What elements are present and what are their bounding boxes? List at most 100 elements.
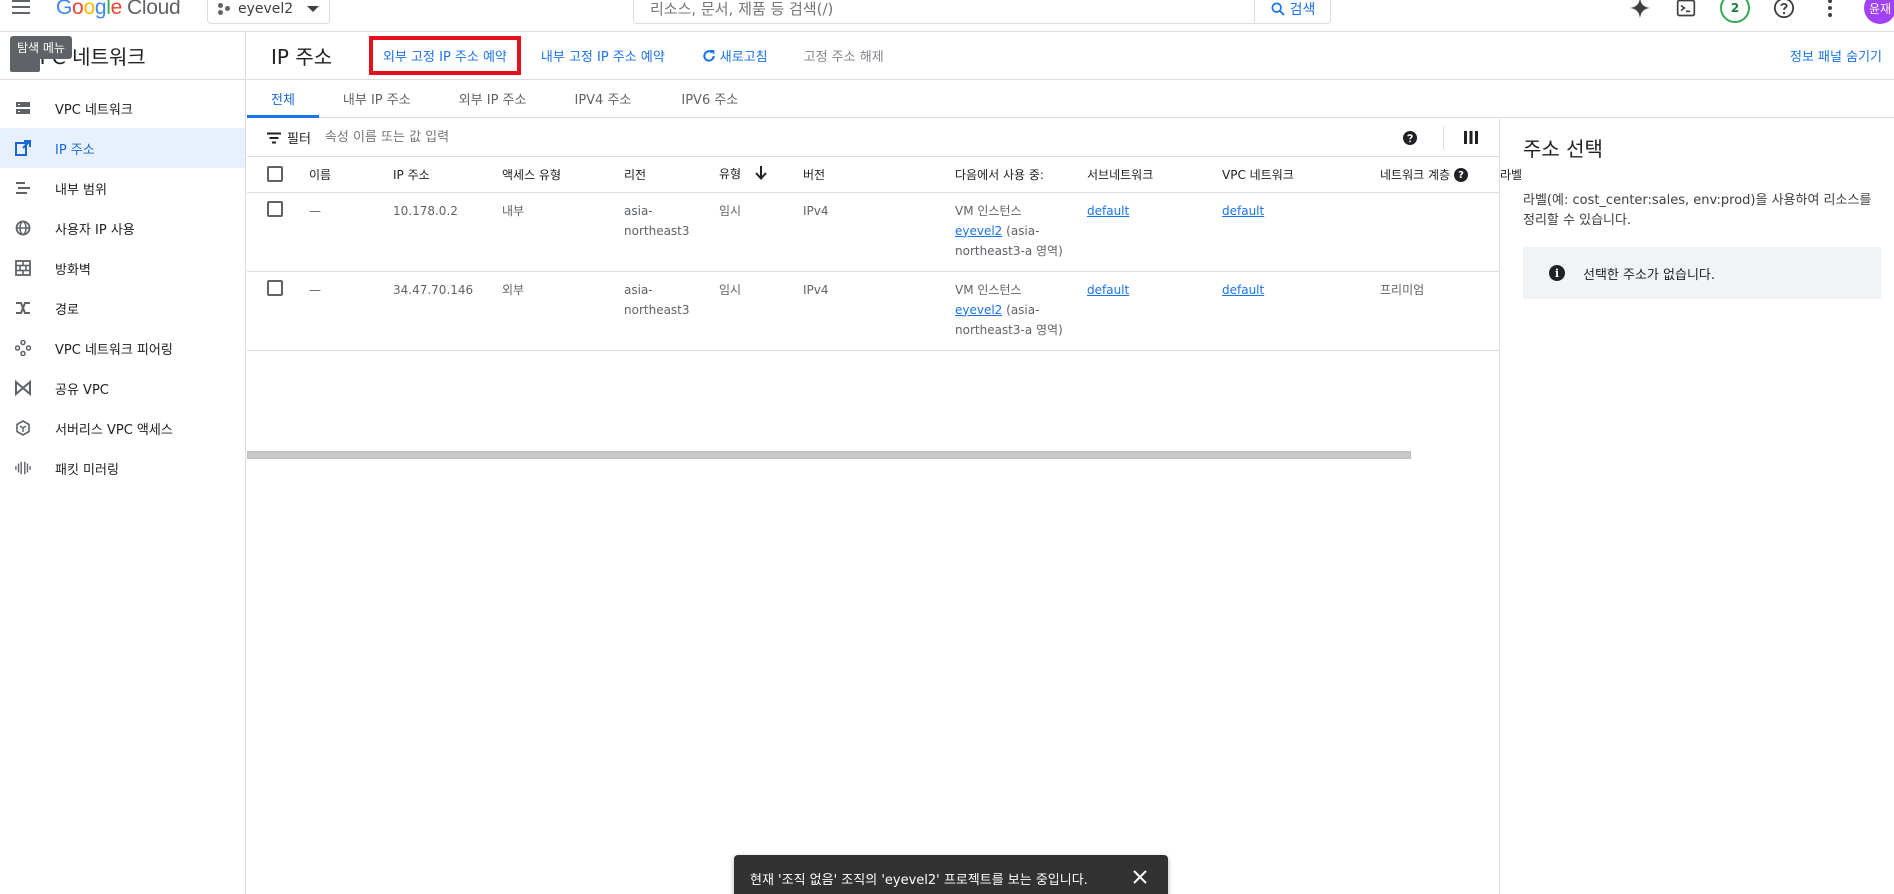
sidebar-item-packet-mirroring[interactable]: 패킷 미러링: [0, 448, 245, 488]
cell-network-tier: [1380, 192, 1500, 272]
column-header[interactable]: 버전: [803, 157, 955, 193]
cell-name: —: [309, 271, 393, 351]
main-content: IP 주소 외부 고정 IP 주소 예약 내부 고정 IP 주소 예약 새로고침…: [247, 32, 1894, 894]
sidebar-item-internal-range[interactable]: 내부 범위: [0, 168, 245, 208]
subnetwork-link[interactable]: default: [1087, 204, 1129, 218]
filter-input[interactable]: [324, 130, 725, 145]
snackbar: 현재 '조직 없음' 조직의 'eyevel2' 프로젝트를 보는 중입니다.: [734, 855, 1168, 894]
subnetwork-link[interactable]: default: [1087, 283, 1129, 297]
ip-address-icon: [15, 140, 31, 156]
sidebar-item-label: 공유 VPC: [55, 382, 109, 398]
logo-letter: o: [83, 0, 95, 19]
table-row: — 34.47.70.146 외부 asia-northeast3 임시 IPv…: [247, 271, 1500, 351]
help-icon[interactable]: ?: [1454, 168, 1469, 183]
column-header-label: 유형: [719, 167, 742, 182]
search-input[interactable]: [634, 0, 1254, 23]
sidebar-item-shared-vpc[interactable]: 공유 VPC: [0, 368, 245, 408]
column-header-sorted[interactable]: 유형: [719, 157, 803, 193]
reserve-external-ip-button[interactable]: 외부 고정 IP 주소 예약: [369, 36, 521, 75]
column-header[interactable]: 다음에서 사용 중:: [955, 157, 1087, 193]
horizontal-scrollbar[interactable]: [247, 451, 1411, 459]
vpc-network-link[interactable]: default: [1222, 204, 1264, 218]
cell-version: IPv4: [803, 271, 955, 351]
cloud-shell-icon[interactable]: [1674, 0, 1698, 20]
vpc-network-link[interactable]: default: [1222, 283, 1264, 297]
cell-used-by-zone: (asia-: [1002, 302, 1040, 317]
page-title: IP 주소: [271, 45, 333, 69]
notifications-badge[interactable]: 2: [1720, 0, 1750, 23]
column-display-options-icon[interactable]: [1464, 131, 1478, 148]
route-icon: [15, 300, 31, 316]
top-right-actions: 2 윤재: [1628, 0, 1894, 24]
empty-selection-message: 선택한 주소가 없습니다.: [1583, 267, 1715, 283]
cell-region-line: northeast3: [624, 302, 690, 317]
close-icon[interactable]: [1130, 867, 1150, 887]
leftnav-header: 탐색 메뉴 VPC 네트워크: [0, 32, 245, 80]
sidebar-item-label: VPC 네트워크 피어링: [55, 342, 173, 358]
search-button-label: 검색: [1289, 2, 1316, 18]
more-vert-icon[interactable]: [1818, 0, 1842, 20]
column-header[interactable]: VPC 네트워크: [1222, 157, 1380, 193]
sidebar-item-byoip[interactable]: 사용자 IP 사용: [0, 208, 245, 248]
search-button[interactable]: 검색: [1254, 0, 1330, 23]
logo-letter: g: [94, 0, 107, 19]
globe-icon: [15, 220, 31, 236]
shared-vpc-icon: [15, 380, 31, 396]
column-header-with-help[interactable]: 네트워크 계층?: [1380, 157, 1500, 193]
row-checkbox[interactable]: [267, 201, 283, 217]
reserve-internal-ip-button[interactable]: 내부 고정 IP 주소 예약: [541, 46, 665, 65]
hide-info-panel-button[interactable]: 정보 패널 숨기기: [1790, 46, 1882, 65]
info-panel-title: 주소 선택: [1523, 137, 1603, 161]
tab-internal-ip[interactable]: 내부 IP 주소: [319, 79, 435, 117]
cell-ip: 10.178.0.2: [393, 192, 502, 272]
logo-cloud-text: Cloud: [126, 0, 181, 19]
logo-letter: e: [110, 0, 123, 19]
sidebar-item-firewall[interactable]: 방화벽: [0, 248, 245, 288]
sidebar-item-label: 사용자 IP 사용: [55, 222, 135, 238]
column-header[interactable]: 이름: [309, 157, 393, 193]
sidebar-item-ip-address[interactable]: IP 주소: [0, 128, 245, 168]
cell-used-by-line: VM 인스턴스: [955, 203, 1022, 218]
sidebar-item-label: 패킷 미러링: [55, 462, 119, 478]
gemini-sparkle-icon[interactable]: [1628, 0, 1652, 20]
help-icon[interactable]: [1403, 131, 1417, 149]
cell-name: —: [309, 192, 393, 272]
sidebar-item-vpc-peering[interactable]: VPC 네트워크 피어링: [0, 328, 245, 368]
cell-access-type: 외부: [502, 271, 624, 351]
sidebar-item-serverless-vpc[interactable]: 서버리스 VPC 액세스: [0, 408, 245, 448]
help-icon[interactable]: [1772, 0, 1796, 20]
tab-external-ip[interactable]: 외부 IP 주소: [435, 79, 551, 117]
select-all-checkbox[interactable]: [267, 166, 283, 183]
cell-region-line: northeast3: [624, 223, 690, 238]
tab-ipv6[interactable]: IPV6 주소: [657, 79, 762, 117]
serverless-icon: [15, 420, 31, 436]
top-bar: GoogleCloud eyevel2 검색 2 윤재: [0, 0, 1894, 32]
column-header[interactable]: 리전: [624, 157, 719, 193]
vm-instance-link[interactable]: eyevel2: [955, 303, 1002, 317]
filter-button[interactable]: 필터: [267, 128, 311, 147]
cell-vpc: default: [1222, 271, 1380, 351]
google-cloud-logo[interactable]: Google Cloud: [56, 0, 181, 20]
project-picker[interactable]: eyevel2: [207, 0, 330, 24]
release-static-address-button[interactable]: 고정 주소 해제: [804, 46, 884, 65]
sidebar-item-label: VPC 네트워크: [55, 102, 133, 118]
tab-all[interactable]: 전체: [247, 79, 319, 118]
column-header[interactable]: 액세스 유형: [502, 157, 624, 193]
refresh-button[interactable]: 새로고침: [701, 46, 768, 65]
firewall-icon: [15, 260, 31, 276]
avatar[interactable]: 윤재: [1864, 0, 1894, 24]
hamburger-menu-icon[interactable]: [12, 0, 36, 20]
cell-ip: 34.47.70.146: [393, 271, 502, 351]
sidebar-item-routes[interactable]: 경로: [0, 288, 245, 328]
project-icon: [218, 3, 230, 15]
vm-instance-link[interactable]: eyevel2: [955, 224, 1002, 238]
tab-ipv4[interactable]: IPV4 주소: [550, 79, 657, 117]
sidebar-item-vpc-network[interactable]: VPC 네트워크: [0, 88, 245, 128]
cell-subnetwork: default: [1087, 271, 1222, 351]
column-header[interactable]: 서브네트워크: [1087, 157, 1222, 193]
column-header-label: 네트워크 계층: [1380, 167, 1451, 182]
filter-icon: [267, 132, 281, 143]
ip-table-area: 필터 이름 IP 주소 액세스 유형 리전 유형 버전 다음에서 사: [247, 119, 1522, 894]
column-header[interactable]: IP 주소: [393, 157, 502, 193]
row-checkbox[interactable]: [267, 280, 283, 296]
